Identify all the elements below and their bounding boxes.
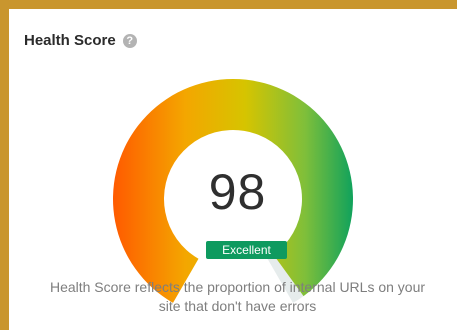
score-value: 98 [208, 164, 267, 220]
description-line-2: site that don't have errors [158, 298, 317, 314]
description-line-1: Health Score reflects the proportion of … [49, 279, 426, 295]
health-score-card: Health Score ? 98 Excellent Health Score… [9, 9, 457, 330]
description: Health Score reflects the proportion of … [9, 278, 457, 316]
status-badge: Excellent [206, 241, 287, 259]
